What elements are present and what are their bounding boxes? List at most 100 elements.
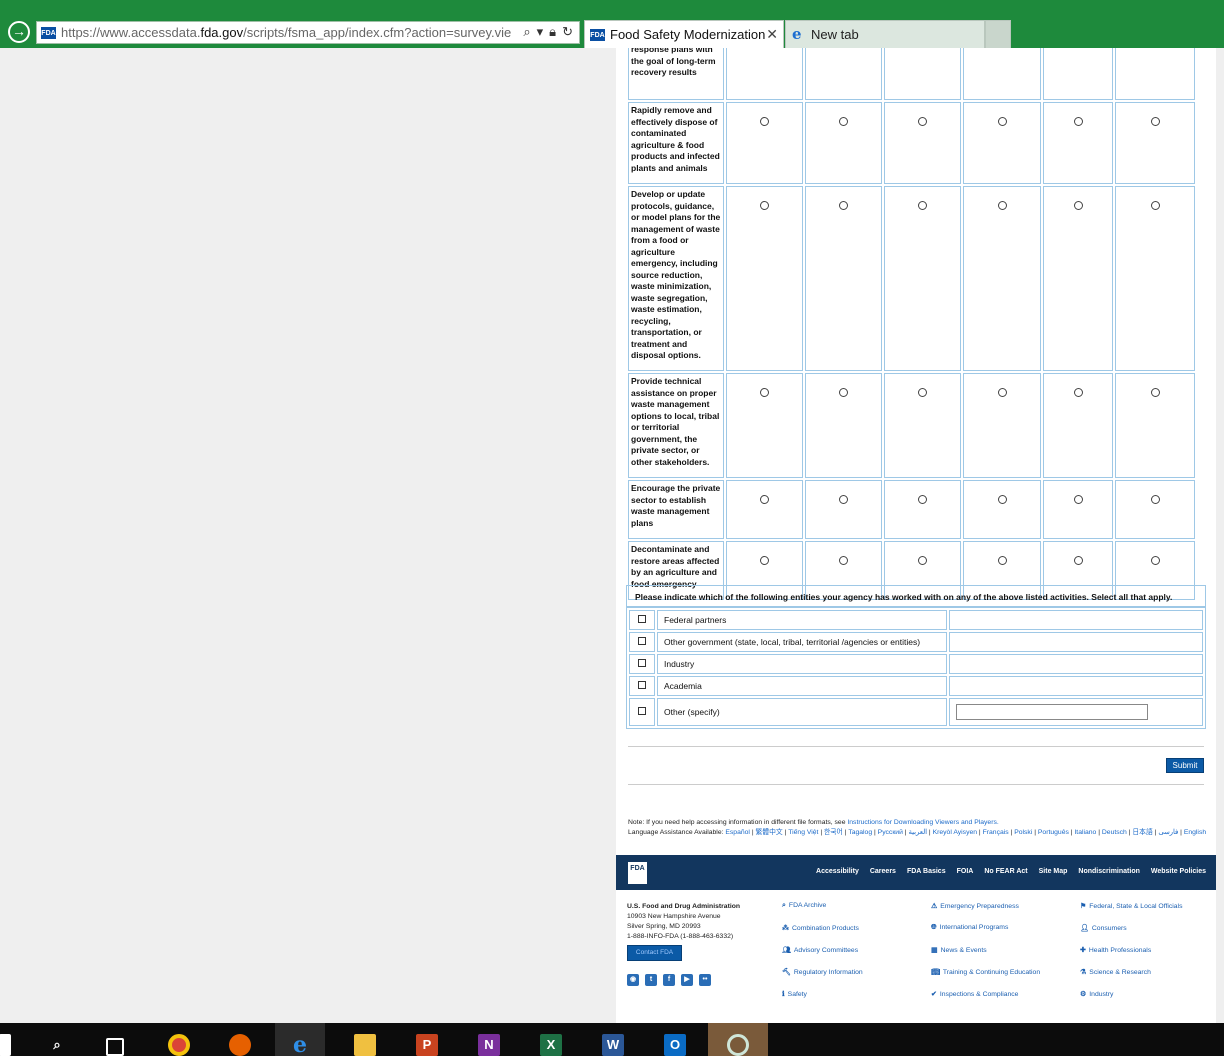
rating-radio[interactable] [918, 201, 927, 210]
rating-radio[interactable] [760, 556, 769, 565]
rating-radio[interactable] [839, 117, 848, 126]
footer-nav-link[interactable]: Nondiscrimination [1078, 868, 1139, 875]
footer-link[interactable]: 👥︎ Advisory Committees [782, 946, 863, 968]
taskbar-excel[interactable]: X [526, 1023, 576, 1056]
language-link[interactable]: 繁體中文 [755, 829, 782, 836]
footer-link[interactable]: 👤︎ Consumers [1080, 924, 1182, 946]
rating-radio[interactable] [997, 495, 1007, 504]
submit-button[interactable]: Submit [1166, 758, 1204, 773]
language-link[interactable]: Português [1038, 829, 1069, 836]
rating-radio[interactable] [918, 388, 927, 397]
rating-radio[interactable] [1073, 201, 1083, 210]
footer-link[interactable]: ▦ News & Events [931, 946, 1040, 968]
entity-checkbox[interactable] [638, 659, 646, 667]
entity-checkbox[interactable] [638, 637, 646, 645]
footer-link[interactable]: 🌐︎ International Programs [931, 924, 1040, 946]
language-link[interactable]: Tiếng Việt [788, 829, 818, 836]
footer-link[interactable]: 📖︎ Training & Continuing Education [931, 968, 1040, 990]
tab-food-safety[interactable]: FDA Food Safety Modernization ... ✕ [584, 20, 784, 48]
footer-link[interactable]: ✚ Health Professionals [1080, 946, 1182, 968]
rating-radio[interactable] [997, 117, 1007, 126]
rating-radio[interactable] [997, 201, 1007, 210]
taskbar-onenote[interactable]: N [464, 1023, 514, 1056]
footer-nav-link[interactable]: Site Map [1039, 868, 1068, 875]
dropdown-icon[interactable]: ▾ [537, 24, 544, 40]
other-specify-input[interactable] [956, 704, 1148, 720]
language-link[interactable]: Русский [878, 829, 903, 836]
footer-link[interactable]: ⚠ Emergency Preparedness [931, 902, 1040, 924]
facebook-icon[interactable]: f [663, 974, 675, 986]
fda-logo[interactable]: FDA [628, 862, 647, 884]
rating-radio[interactable] [997, 388, 1007, 397]
taskbar-outlook[interactable]: O [650, 1023, 700, 1056]
language-link[interactable]: Kreyòl Ayisyen [933, 829, 977, 836]
start-button[interactable] [0, 1023, 30, 1056]
rating-radio[interactable] [839, 388, 848, 397]
rating-radio[interactable] [918, 495, 927, 504]
taskbar-file-explorer[interactable] [340, 1023, 390, 1056]
rating-radio[interactable] [1150, 495, 1160, 504]
rss-icon[interactable]: ◉ [627, 974, 639, 986]
taskbar-chrome[interactable] [154, 1023, 204, 1056]
rating-radio[interactable] [1073, 495, 1083, 504]
language-link[interactable]: English [1184, 829, 1206, 836]
language-link[interactable]: Deutsch [1102, 829, 1127, 836]
footer-link[interactable]: ℹ Safety [782, 990, 863, 1012]
twitter-icon[interactable]: t [645, 974, 657, 986]
taskbar-search[interactable]: ⌕ [32, 1023, 82, 1056]
footer-link[interactable]: ✔ Inspections & Compliance [931, 990, 1040, 1012]
footer-nav-link[interactable]: Accessibility [816, 868, 859, 875]
rating-radio[interactable] [1073, 117, 1083, 126]
search-icon[interactable]: ⌕ [523, 24, 530, 40]
rating-radio[interactable] [1150, 201, 1160, 210]
rating-radio[interactable] [1073, 388, 1083, 397]
rating-radio[interactable] [760, 388, 769, 397]
rating-radio[interactable] [1150, 388, 1160, 397]
new-tab-button[interactable] [985, 20, 1011, 48]
taskbar-firefox[interactable] [215, 1023, 265, 1056]
language-link[interactable]: Italiano [1074, 829, 1096, 836]
entity-checkbox[interactable] [638, 615, 646, 623]
footer-link[interactable]: ⚙ Industry [1080, 990, 1182, 1012]
footer-nav-link[interactable]: Careers [870, 868, 896, 875]
footer-link[interactable]: ⚑ Federal, State & Local Officials [1080, 902, 1182, 924]
footer-link[interactable]: ⚗ Science & Research [1080, 968, 1182, 990]
rating-radio[interactable] [918, 117, 927, 126]
back-arrow-icon[interactable]: → [8, 21, 30, 43]
url-text[interactable]: https://www.accessdata.fda.gov/scripts/f… [61, 25, 511, 42]
task-view-button[interactable] [90, 1023, 140, 1056]
language-link[interactable]: Français [983, 829, 1009, 836]
footer-nav-link[interactable]: No FEAR Act [984, 868, 1027, 875]
language-link[interactable]: Polski [1014, 829, 1032, 836]
rating-radio[interactable] [760, 495, 769, 504]
footer-nav-link[interactable]: FDA Basics [907, 868, 946, 875]
language-link[interactable]: العربية [908, 829, 927, 836]
rating-radio[interactable] [1150, 117, 1160, 126]
contact-fda-button[interactable]: Contact FDA [627, 945, 682, 961]
address-bar[interactable]: FDA https://www.accessdata.fda.gov/scrip… [36, 21, 580, 44]
rating-radio[interactable] [839, 201, 848, 210]
language-link[interactable]: 한국어 [824, 829, 843, 836]
rating-radio[interactable] [997, 556, 1007, 565]
entity-checkbox[interactable] [638, 707, 646, 715]
footer-link[interactable]: 🔨︎ Regulatory Information [782, 968, 863, 990]
viewers-link[interactable]: Instructions for Downloading Viewers and… [847, 819, 998, 826]
footer-nav-link[interactable]: Website Policies [1151, 868, 1206, 875]
youtube-icon[interactable]: ▶ [681, 974, 693, 986]
taskbar-internet-explorer[interactable]: e [275, 1023, 325, 1056]
tab-new-tab[interactable]: e New tab [785, 20, 985, 48]
rating-radio[interactable] [1150, 556, 1160, 565]
taskbar-powerpoint[interactable]: P [402, 1023, 452, 1056]
footer-link[interactable]: ⁂ Combination Products [782, 924, 863, 946]
entity-checkbox[interactable] [638, 681, 646, 689]
flickr-icon[interactable]: •• [699, 974, 711, 986]
lock-icon[interactable]: 🔒︎ [549, 24, 556, 40]
rating-radio[interactable] [760, 117, 769, 126]
rating-radio[interactable] [760, 201, 769, 210]
footer-nav-link[interactable]: FOIA [957, 868, 974, 875]
language-link[interactable]: 日本語 [1132, 829, 1152, 836]
rating-radio[interactable] [918, 556, 927, 565]
language-link[interactable]: Tagalog [848, 829, 872, 836]
footer-link[interactable]: ⌕ FDA Archive [782, 902, 863, 924]
language-link[interactable]: Español [725, 829, 750, 836]
